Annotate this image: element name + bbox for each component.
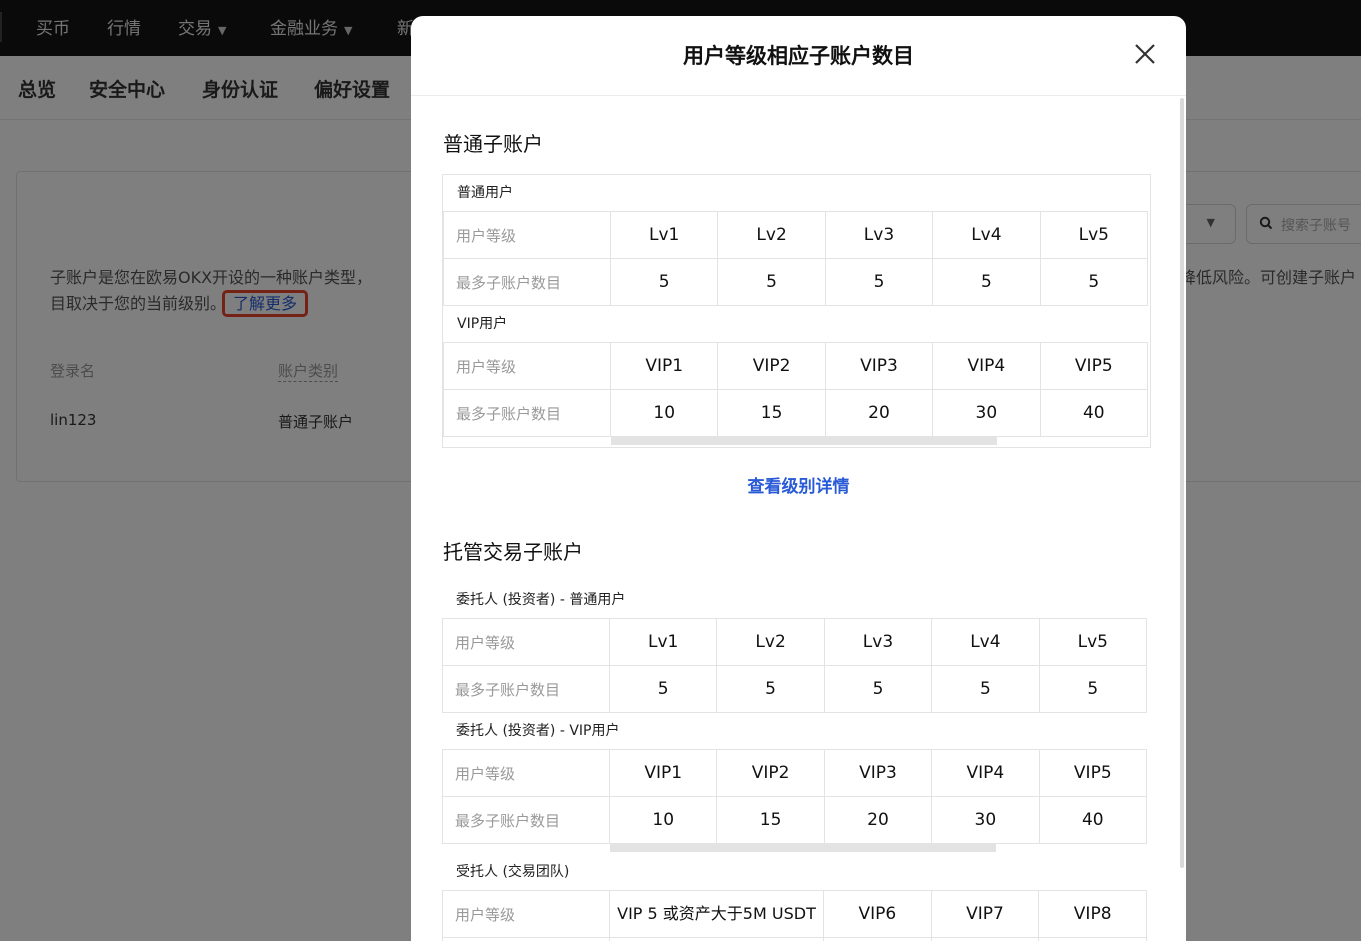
normal-user-level-table: 用户等级 Lv1 Lv2 Lv3 Lv4 Lv5 最多子账户数目 5 5 5 5…	[443, 211, 1149, 306]
group-label-principal-vip: 委托人 (投资者) - VIP用户	[456, 723, 620, 739]
row-label-user-level: 用户等级	[442, 749, 610, 797]
row-label-max-sub-accounts: 最多子账户数目	[443, 389, 611, 437]
table-row	[442, 937, 1147, 941]
section-title-managed-sub-account: 托管交易子账户	[443, 540, 583, 564]
level-cell: Lv1	[609, 211, 719, 259]
row-label-max-sub-accounts: 最多子账户数目	[443, 258, 611, 306]
count-cell: 5	[823, 665, 933, 713]
close-icon[interactable]	[1131, 40, 1159, 68]
level-cell: VIP8	[1038, 890, 1147, 938]
level-cell: VIP4	[932, 342, 1041, 390]
table-row: 用户等级 Lv1 Lv2 Lv3 Lv4 Lv5	[442, 618, 1148, 666]
vip-user-level-table: 用户等级 VIP1 VIP2 VIP3 VIP4 VIP5 最多子账户数目 10…	[443, 342, 1149, 437]
table-horizontal-scrollbar[interactable]	[442, 844, 1151, 854]
count-cell: 5	[717, 258, 826, 306]
table-row: 用户等级 VIP 5 或资产大于5M USDT VIP6 VIP7 VIP8	[442, 890, 1147, 938]
table-row: 用户等级 VIP1 VIP2 VIP3 VIP4 VIP5	[442, 749, 1148, 797]
level-cell: Lv3	[824, 211, 934, 259]
count-cell: 5	[1038, 665, 1148, 713]
level-cell: VIP2	[716, 749, 825, 797]
count-cell: 5	[931, 665, 1040, 713]
table-row: 最多子账户数目 5 5 5 5 5	[443, 258, 1149, 306]
count-cell: 20	[824, 389, 934, 437]
scrollbar-thumb[interactable]	[610, 844, 996, 852]
level-cell: VIP5	[1038, 749, 1148, 797]
level-cell: Lv3	[823, 618, 933, 666]
trustee-level-table: 用户等级 VIP 5 或资产大于5M USDT VIP6 VIP7 VIP8	[442, 890, 1147, 941]
count-cell: 5	[824, 258, 934, 306]
level-cell: VIP3	[823, 749, 933, 797]
table-horizontal-scrollbar[interactable]	[443, 437, 1150, 447]
count-cell: 5	[609, 258, 719, 306]
table-row: 用户等级 VIP1 VIP2 VIP3 VIP4 VIP5	[443, 342, 1149, 390]
level-cell: VIP4	[931, 749, 1040, 797]
level-cell: VIP2	[717, 342, 826, 390]
count-cell: 15	[716, 796, 825, 844]
count-cell: 5	[932, 258, 1041, 306]
count-cell: 5	[716, 665, 825, 713]
row-label-user-level: 用户等级	[442, 618, 610, 666]
group-label-normal-user: 普通用户	[457, 185, 513, 201]
normal-sub-account-table-frame: 普通用户 用户等级 Lv1 Lv2 Lv3 Lv4 Lv5 最多子账户数目 5 …	[442, 174, 1151, 448]
count-cell: 5	[608, 665, 718, 713]
level-cell: VIP6	[823, 890, 932, 938]
principal-vip-level-table: 用户等级 VIP1 VIP2 VIP3 VIP4 VIP5 最多子账户数目 10…	[442, 749, 1148, 844]
level-cell: VIP3	[824, 342, 934, 390]
table-row: 用户等级 Lv1 Lv2 Lv3 Lv4 Lv5	[443, 211, 1149, 259]
count-cell: 5	[1039, 258, 1149, 306]
modal-title: 用户等级相应子账户数目	[683, 44, 914, 68]
modal-body[interactable]: 普通子账户 普通用户 用户等级 Lv1 Lv2 Lv3 Lv4 Lv5 最多子账…	[411, 96, 1186, 941]
group-label-vip-user: VIP用户	[457, 316, 508, 332]
principal-normal-level-table: 用户等级 Lv1 Lv2 Lv3 Lv4 Lv5 最多子账户数目 5 5 5 5…	[442, 618, 1148, 713]
row-label-user-level: 用户等级	[443, 211, 611, 259]
modal-header: 用户等级相应子账户数目	[411, 16, 1186, 96]
count-cell: 30	[931, 796, 1040, 844]
count-cell: 20	[823, 796, 933, 844]
count-cell: 15	[717, 389, 826, 437]
level-cell: Lv2	[716, 618, 825, 666]
level-cell: VIP1	[609, 342, 719, 390]
scrollbar-thumb[interactable]	[611, 437, 997, 445]
row-label-user-level: 用户等级	[443, 342, 611, 390]
level-cell: Lv1	[608, 618, 718, 666]
section-title-normal-sub-account: 普通子账户	[443, 132, 543, 156]
sub-account-limits-modal: 用户等级相应子账户数目 普通子账户 普通用户 用户等级 Lv1 Lv2 Lv3 …	[411, 16, 1186, 941]
level-cell: Lv4	[931, 618, 1040, 666]
level-cell: VIP7	[930, 890, 1040, 938]
table-row: 最多子账户数目 5 5 5 5 5	[442, 665, 1148, 713]
count-cell: 40	[1039, 389, 1149, 437]
managed-sub-account-tables: 委托人 (投资者) - 普通用户 用户等级 Lv1 Lv2 Lv3 Lv4 Lv…	[442, 582, 1151, 941]
level-cell: Lv5	[1039, 211, 1149, 259]
count-cell: 10	[608, 796, 718, 844]
modal-vertical-scrollbar[interactable]	[1180, 98, 1184, 868]
level-cell: Lv2	[717, 211, 826, 259]
row-label-max-sub-accounts: 最多子账户数目	[442, 796, 610, 844]
table-row: 最多子账户数目 10 15 20 30 40	[443, 389, 1149, 437]
count-cell: 40	[1038, 796, 1148, 844]
level-cell: VIP 5 或资产大于5M USDT	[609, 890, 824, 938]
count-cell: 30	[932, 389, 1041, 437]
level-cell: Lv4	[932, 211, 1041, 259]
level-cell: VIP5	[1039, 342, 1149, 390]
level-cell: VIP1	[608, 749, 718, 797]
table-row: 最多子账户数目 10 15 20 30 40	[442, 796, 1148, 844]
row-label-user-level: 用户等级	[442, 890, 610, 938]
group-label-trustee: 受托人 (交易团队)	[456, 864, 570, 880]
row-label-max-sub-accounts: 最多子账户数目	[442, 665, 610, 713]
level-cell: Lv5	[1038, 618, 1148, 666]
count-cell: 10	[609, 389, 719, 437]
group-label-principal-normal: 委托人 (投资者) - 普通用户	[456, 592, 626, 608]
view-level-details-link[interactable]: 查看级别详情	[411, 472, 1186, 497]
